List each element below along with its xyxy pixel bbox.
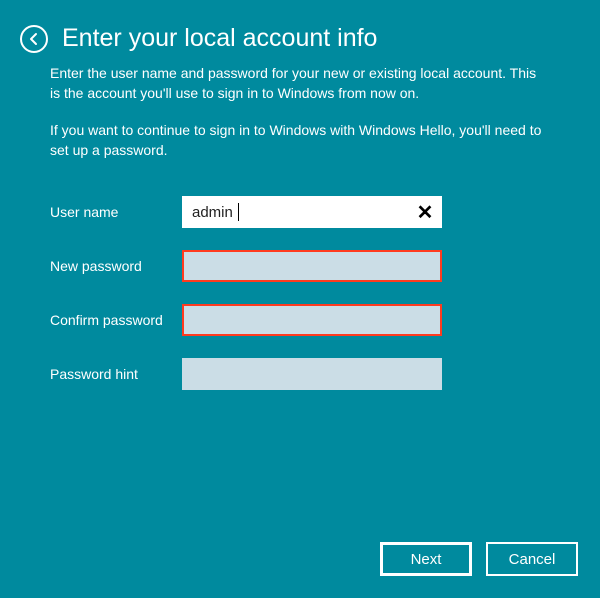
- close-icon: ✕: [417, 200, 434, 225]
- intro-text-1: Enter the user name and password for you…: [50, 63, 550, 104]
- password-hint-label: Password hint: [50, 366, 182, 382]
- username-input[interactable]: [182, 196, 442, 228]
- next-button[interactable]: Next: [380, 542, 472, 576]
- local-account-form: User name ✕ New password Confirm passwor…: [0, 176, 600, 390]
- new-password-input[interactable]: [182, 250, 442, 282]
- cancel-button[interactable]: Cancel: [486, 542, 578, 576]
- page-title: Enter your local account info: [62, 24, 377, 53]
- text-caret: [238, 203, 239, 221]
- password-hint-input[interactable]: [182, 358, 442, 390]
- confirm-password-label: Confirm password: [50, 312, 182, 328]
- new-password-label: New password: [50, 258, 182, 274]
- back-button[interactable]: [20, 25, 48, 53]
- username-label: User name: [50, 204, 182, 220]
- intro-text-2: If you want to continue to sign in to Wi…: [50, 120, 550, 161]
- clear-username-button[interactable]: ✕: [408, 196, 442, 228]
- confirm-password-input[interactable]: [182, 304, 442, 336]
- back-arrow-icon: [27, 32, 41, 46]
